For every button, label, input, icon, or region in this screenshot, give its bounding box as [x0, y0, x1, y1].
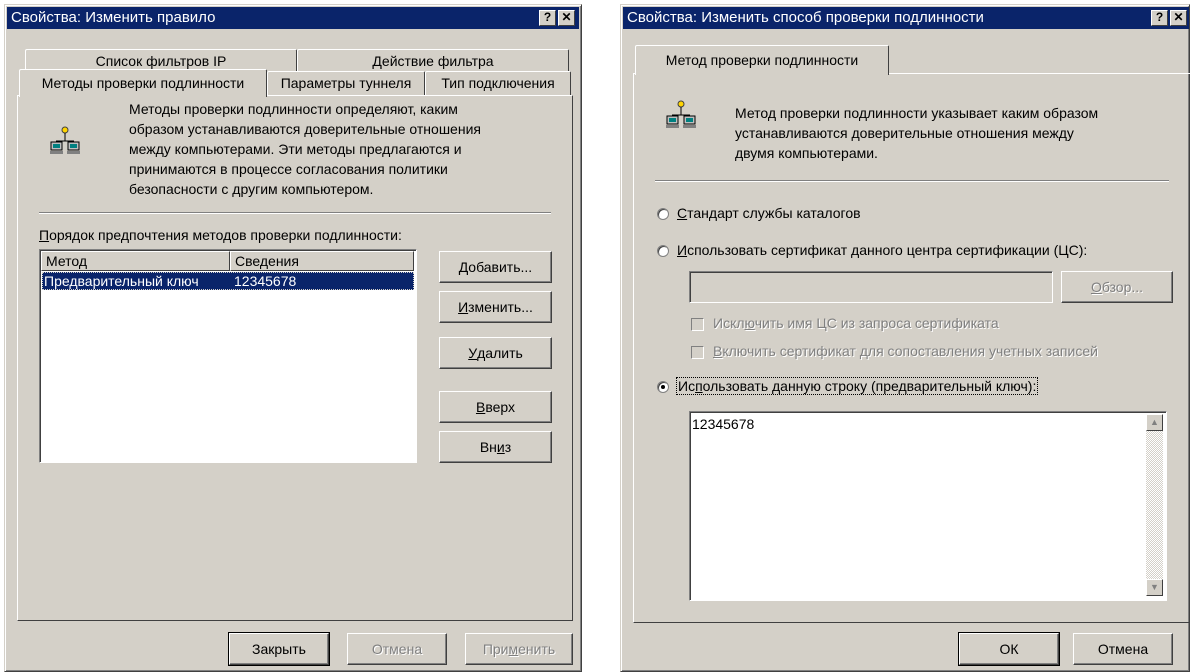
- row-info: 12345678: [234, 273, 297, 289]
- auth-methods-list[interactable]: Метод Сведения Предварительный ключ 1234…: [39, 249, 417, 463]
- column-header-info[interactable]: Сведения: [230, 251, 414, 271]
- auth-methods-description: Методы проверки подлинности определяют, …: [129, 101, 481, 197]
- ok-button[interactable]: ОК: [958, 632, 1060, 666]
- move-down-button[interactable]: Вн и з: [439, 431, 552, 463]
- preshared-key-value: 12345678: [692, 416, 755, 432]
- apply-button[interactable]: При м енить: [465, 633, 573, 665]
- scroll-up-button[interactable]: ▲: [1146, 414, 1163, 431]
- tab-filter-action[interactable]: Действие фильтра: [297, 49, 569, 73]
- scroll-down-button[interactable]: ▼: [1146, 579, 1163, 596]
- browse-button[interactable]: Обзор...: [1061, 271, 1173, 303]
- preshared-key-radio[interactable]: [657, 381, 669, 393]
- right-title-bar[interactable]: Свойства: Изменить способ проверки подли…: [623, 7, 1189, 29]
- close-icon[interactable]: ✕: [1170, 10, 1187, 26]
- auth-method-properties-dialog: Свойства: Изменить способ проверки подли…: [620, 4, 1190, 672]
- enable-cert-mapping-label[interactable]: Включить сертификат для сопоставления уч…: [713, 343, 1098, 359]
- ca-certificate-label[interactable]: Использовать сертификат данного центра с…: [677, 242, 1087, 258]
- add-button[interactable]: Добавить...: [439, 251, 552, 283]
- right-title-text: Свойства: Изменить способ проверки подли…: [627, 9, 984, 26]
- rule-properties-dialog: Свойства: Изменить правило ? ✕ Список фи…: [4, 4, 582, 672]
- auth-method-description: Метод проверки подлинности указывает как…: [735, 105, 1099, 161]
- exclude-ca-name-checkbox[interactable]: [691, 318, 704, 331]
- tab-tunnel-settings[interactable]: Параметры туннеля: [267, 71, 425, 95]
- key-scrollbar[interactable]: ▲ ▼: [1146, 414, 1163, 596]
- preshared-key-textarea[interactable]: 12345678 ▲ ▼: [689, 411, 1167, 601]
- edit-button[interactable]: Изменить...: [439, 291, 552, 323]
- tab-connection-type[interactable]: Тип подключения: [425, 71, 571, 95]
- move-up-button[interactable]: Вверх: [439, 391, 552, 423]
- tab-auth-methods[interactable]: Методы проверки подлинности: [19, 69, 267, 97]
- network-computers-icon: [50, 126, 80, 154]
- left-title-text: Свойства: Изменить правило: [11, 9, 216, 26]
- right-separator: [655, 180, 1169, 182]
- cancel-button[interactable]: Отмена: [1073, 633, 1173, 665]
- help-button[interactable]: ?: [539, 10, 556, 26]
- method-order-label: Порядок предпочтения методов проверки по…: [39, 227, 402, 243]
- column-header-method[interactable]: Метод: [41, 251, 230, 271]
- ca-name-input[interactable]: [689, 271, 1053, 303]
- cancel-button[interactable]: Отмена: [347, 633, 447, 665]
- delete-button[interactable]: Удалить: [439, 337, 552, 369]
- directory-service-label[interactable]: Стандарт службы каталогов: [677, 205, 861, 221]
- enable-cert-mapping-checkbox[interactable]: [691, 346, 704, 359]
- exclude-ca-name-label[interactable]: Исключить имя ЦС из запроса сертификата: [713, 315, 999, 331]
- network-computers-icon: [666, 100, 696, 128]
- preshared-key-label[interactable]: Использовать данную строку (предваритель…: [675, 377, 1039, 395]
- tab-auth-method[interactable]: Метод проверки подлинности: [635, 45, 889, 75]
- ca-certificate-radio[interactable]: [657, 245, 669, 257]
- help-button[interactable]: ?: [1151, 10, 1168, 26]
- row-method: Предварительный ключ: [44, 273, 199, 289]
- left-title-bar[interactable]: Свойства: Изменить правило ? ✕: [7, 7, 579, 29]
- directory-service-radio[interactable]: [657, 208, 669, 220]
- close-icon[interactable]: ✕: [558, 10, 575, 26]
- left-separator: [39, 212, 551, 214]
- table-row[interactable]: Предварительный ключ 12345678: [42, 272, 414, 290]
- close-button[interactable]: Закрыть: [228, 632, 330, 666]
